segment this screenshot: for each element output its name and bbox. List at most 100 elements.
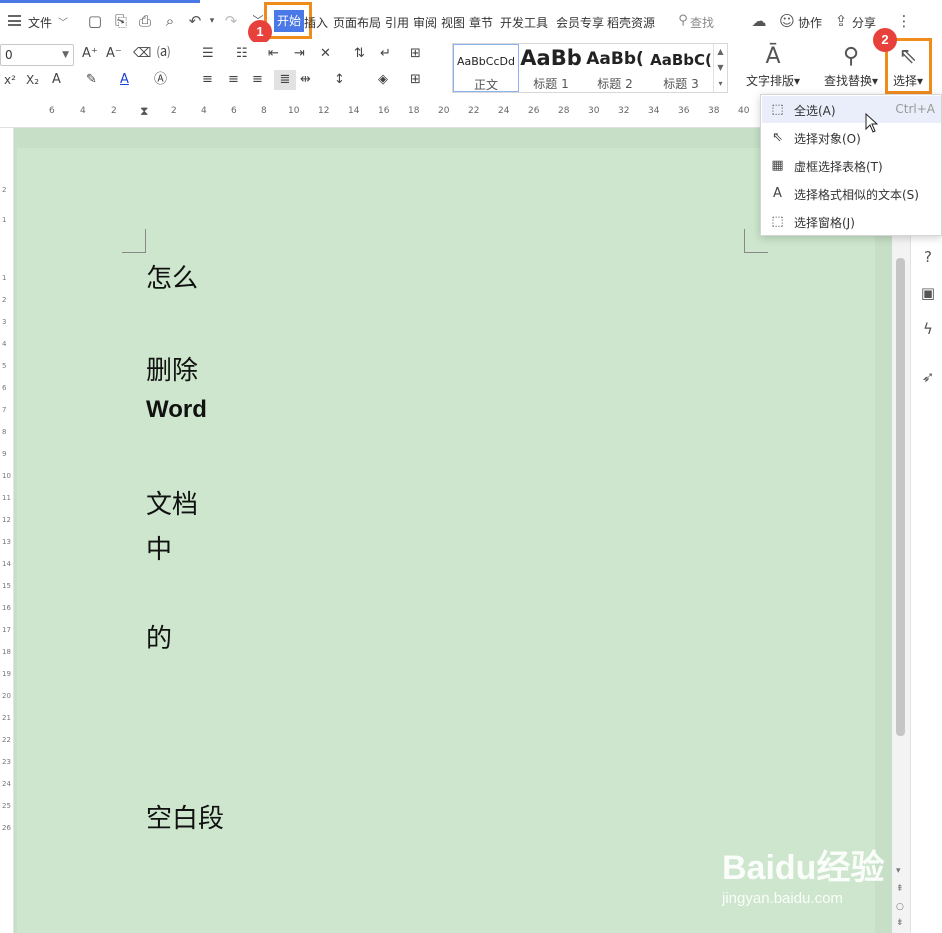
help-icon[interactable]: ?	[919, 248, 937, 266]
show-marks-icon[interactable]: ↵	[380, 46, 391, 62]
scroll-down-icon[interactable]: ▾	[896, 866, 901, 876]
align-right-icon[interactable]: ≡	[252, 72, 263, 88]
image-tools-icon[interactable]: ▣	[919, 284, 937, 302]
font-size-select[interactable]: 0 ▼	[0, 44, 74, 66]
paragraph[interactable]: 文档	[146, 484, 198, 521]
menu-item-select-object[interactable]: ⇖ 选择对象(O)	[762, 124, 941, 151]
tab-insert[interactable]: 插入	[304, 14, 328, 31]
clear-format-icon[interactable]: ⌫	[133, 46, 151, 62]
collab-button[interactable]: 协作	[798, 14, 822, 31]
paragraph[interactable]: 怎么	[146, 258, 198, 295]
shading-icon[interactable]: ◈	[378, 72, 388, 88]
align-center-icon[interactable]: ≡	[228, 72, 239, 88]
prev-page-icon[interactable]: ⇞	[896, 884, 904, 894]
tab-member[interactable]: 会员专享	[556, 14, 604, 31]
borders-icon[interactable]: ⊞	[410, 72, 421, 88]
share-icon[interactable]: ⇪	[832, 12, 850, 30]
highlight-icon[interactable]: ✎	[86, 72, 97, 88]
menu-item-select-all[interactable]: ⬚ 全选(A) Ctrl+A	[762, 96, 941, 123]
font-grow-icon[interactable]: A⁺	[82, 46, 98, 62]
rocket-icon[interactable]: ➶	[919, 368, 937, 386]
paragraph[interactable]: 空白段	[146, 798, 224, 835]
superscript-icon[interactable]: x²	[4, 72, 16, 88]
horizontal-ruler[interactable]: 6 4 2 2 4 6 8 10 12 14 16 18 20 22 24 26…	[0, 103, 760, 128]
ai-assistant-icon[interactable]: ϟ	[919, 320, 937, 338]
menu-item-selection-pane[interactable]: ⬚ 选择窗格(J)	[762, 208, 941, 235]
more-icon[interactable]: ⋮	[895, 12, 913, 30]
find-replace-button[interactable]: ⚲ 查找替换▾	[820, 42, 882, 89]
distribute-icon[interactable]: ⇹	[300, 72, 311, 88]
menu-item-select-table[interactable]: ▦ 虚框选择表格(T)	[762, 152, 941, 179]
ruler-number: 34	[648, 106, 660, 116]
share-button[interactable]: 分享	[852, 14, 876, 31]
style-heading-3[interactable]: AaBbC( 标题 3	[648, 44, 714, 92]
browse-object-icon[interactable]: ○	[896, 902, 904, 912]
file-menu[interactable]: 文件	[28, 14, 52, 31]
undo-dropdown-icon[interactable]: ▾	[203, 12, 221, 30]
style-heading-2[interactable]: AaBb( 标题 2	[583, 44, 647, 92]
undo-icon[interactable]: ↶	[186, 12, 204, 30]
numbered-list-icon[interactable]: ☷	[236, 46, 248, 62]
ruler-number: 23	[2, 758, 11, 766]
tab-developer[interactable]: 开发工具	[500, 14, 548, 31]
ruler-number: 6	[2, 384, 7, 392]
export-pdf-icon[interactable]: ⎘	[112, 12, 130, 30]
tab-stops-icon[interactable]: ⊞	[410, 46, 421, 62]
next-page-icon[interactable]: ⇟	[896, 918, 904, 928]
save-icon[interactable]: ▢	[86, 12, 104, 30]
phonetic-guide-icon[interactable]: ⒜	[157, 46, 170, 62]
paragraph[interactable]: Word	[146, 396, 207, 424]
paragraph[interactable]: 的	[146, 618, 172, 655]
ruler-number: 6	[49, 106, 55, 116]
text-layout-label: 文字排版	[745, 74, 794, 88]
menu-item-select-similar-text[interactable]: A 选择格式相似的文本(S)	[762, 180, 941, 207]
text-layout-button[interactable]: Ā 文字排版▾	[742, 42, 804, 89]
style-gallery-scroll[interactable]: ▲ ▼ ▾	[713, 44, 727, 92]
vertical-ruler[interactable]: 2 1 1 2 3 4 5 6 7 8 9 10 11 12 13 14 15 …	[0, 128, 14, 933]
increase-indent-icon[interactable]: ⇥	[294, 46, 305, 62]
decrease-indent-icon[interactable]: ⇤	[268, 46, 279, 62]
style-name: 标题 2	[597, 77, 633, 91]
justify-icon[interactable]: ≣	[274, 70, 296, 90]
search-label[interactable]: 查找	[690, 14, 714, 31]
paragraph[interactable]: 中	[146, 529, 172, 566]
text-effect-icon[interactable]: A	[52, 72, 61, 88]
print-preview-icon[interactable]: ⌕	[161, 12, 179, 30]
redo-icon[interactable]: ↷	[222, 12, 240, 30]
paragraph[interactable]: 删除	[146, 350, 198, 387]
menu-icon[interactable]	[8, 15, 21, 26]
cloud-sync-icon[interactable]: ☁	[750, 12, 768, 30]
file-chevron-down-icon[interactable]: ﹀	[58, 14, 68, 29]
ruler-number: 10	[2, 472, 11, 480]
print-icon[interactable]: ⎙	[136, 12, 154, 30]
watermark-url: jingyan.baidu.com	[722, 890, 843, 907]
collab-icon[interactable]: ☺	[778, 12, 796, 30]
bullet-list-icon[interactable]: ☰	[202, 46, 214, 62]
ruler-number: 18	[2, 648, 11, 656]
style-normal[interactable]: AaBbCcDd 正文	[453, 44, 519, 92]
sort-icon[interactable]: ⇅	[354, 46, 365, 62]
indent-marker-icon[interactable]: ⧗	[140, 104, 148, 119]
style-heading-1[interactable]: AaBb 标题 1	[520, 44, 582, 92]
tab-chapter[interactable]: 章节	[469, 14, 493, 31]
scrollbar-thumb[interactable]	[896, 258, 905, 736]
ruler-number: 16	[2, 604, 11, 612]
style-name: 正文	[473, 78, 498, 92]
subscript-icon[interactable]: X₂	[26, 72, 39, 88]
font-color-icon[interactable]: A	[120, 72, 129, 88]
find-replace-label: 查找替换	[823, 74, 872, 88]
vertical-scrollbar[interactable]: ▾ ⇞ ○ ⇟	[892, 128, 910, 933]
tab-references[interactable]: 引用	[385, 14, 409, 31]
tab-page-layout[interactable]: 页面布局	[333, 14, 381, 31]
text-layout-icon: Ā	[765, 44, 781, 69]
chinese-layout-icon[interactable]: ✕	[320, 46, 331, 62]
menu-item-label: 全选(A)	[794, 104, 836, 118]
tab-docer[interactable]: 稻壳资源	[607, 14, 655, 31]
line-spacing-icon[interactable]: ↕	[334, 72, 345, 88]
tab-view[interactable]: 视图	[441, 14, 465, 31]
char-border-icon[interactable]: Ⓐ	[154, 72, 167, 88]
align-left-icon[interactable]: ≡	[202, 72, 213, 88]
style-preview: AaBbCcDd	[457, 55, 515, 68]
font-shrink-icon[interactable]: A⁻	[106, 46, 122, 62]
tab-review[interactable]: 审阅	[413, 14, 437, 31]
